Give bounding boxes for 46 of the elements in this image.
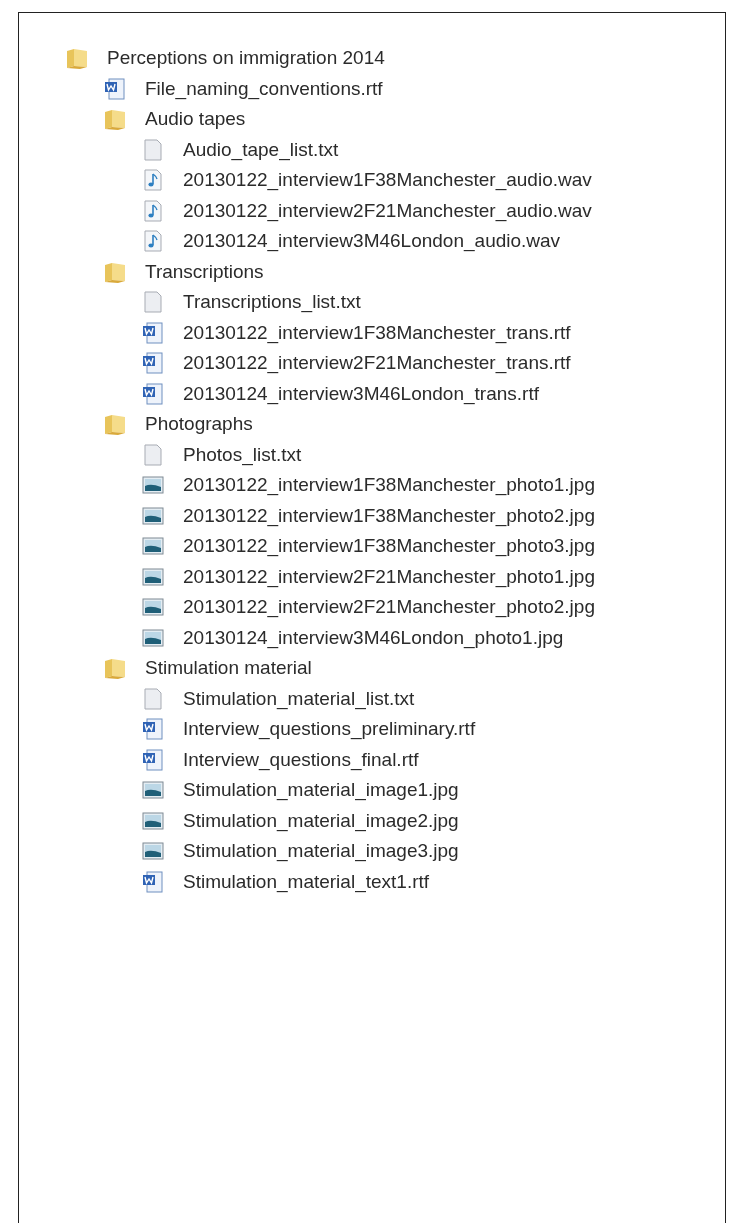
word-document-icon [141, 320, 165, 345]
file-name[interactable]: 20130122_interview2F21Manchester_audio.wav [183, 199, 592, 222]
file-name[interactable]: 20130122_interview1F38Manchester_photo2.jpg [183, 504, 595, 527]
file-name[interactable]: Stimulation material [145, 657, 312, 680]
word-document-icon [141, 869, 165, 894]
file-name[interactable]: 20130122_interview2F21Manchester_photo1.jpg [183, 565, 595, 588]
text-file-icon [141, 686, 165, 711]
text-file-icon [141, 290, 165, 315]
audio-file-icon [141, 229, 165, 254]
file-name[interactable]: Perceptions on immigration 2014 [107, 47, 385, 70]
file-name[interactable]: File_naming_conventions.rtf [145, 77, 383, 100]
file-name[interactable]: 20130122_interview2F21Manchester_photo2.jpg [183, 596, 595, 619]
file-name[interactable]: Stimulation_material_image2.jpg [183, 809, 459, 832]
file-name[interactable]: Photos_list.txt [183, 443, 302, 466]
audio-file-icon [141, 198, 165, 223]
file-name[interactable]: Stimulation_material_list.txt [183, 687, 415, 710]
file-name[interactable]: 20130124_interview3M46London_audio.wav [183, 230, 561, 253]
file-name[interactable]: 20130122_interview1F38Manchester_photo3.jpg [183, 535, 595, 558]
folder-icon [103, 656, 127, 681]
folder-icon [103, 412, 127, 437]
word-document-icon [141, 381, 165, 406]
word-document-icon [141, 747, 165, 772]
text-file-icon [141, 442, 165, 467]
word-document-icon [141, 351, 165, 376]
folder-icon [65, 46, 89, 71]
file-name[interactable]: 20130122_interview1F38Manchester_photo1.jpg [183, 474, 595, 497]
word-document-icon [141, 717, 165, 742]
file-name[interactable]: Audio_tape_list.txt [183, 138, 339, 161]
file-name[interactable]: Photographs [145, 413, 253, 436]
word-document-icon [103, 76, 127, 101]
file-name[interactable]: 20130122_interview1F38Manchester_audio.wav [183, 169, 592, 192]
folder-icon [103, 107, 127, 132]
text-file-icon [141, 137, 165, 162]
audio-file-icon [141, 168, 165, 193]
file-name[interactable]: Interview_questions_final.rtf [183, 748, 419, 771]
file-name[interactable]: Stimulation_material_image3.jpg [183, 840, 459, 863]
file-name[interactable]: Audio tapes [145, 108, 246, 131]
file-name[interactable]: 20130122_interview2F21Manchester_trans.rtf [183, 352, 571, 375]
file-name[interactable]: 20130122_interview1F38Manchester_trans.rtf [183, 321, 571, 344]
file-name[interactable]: Transcriptions [145, 260, 264, 283]
file-name[interactable]: Transcriptions_list.txt [183, 291, 361, 314]
file-name[interactable]: Stimulation_material_image1.jpg [183, 779, 459, 802]
file-name[interactable]: Stimulation_material_text1.rtf [183, 870, 430, 893]
file-name[interactable]: 20130124_interview3M46London_trans.rtf [183, 382, 539, 405]
file-name[interactable]: 20130124_interview3M46London_photo1.jpg [183, 626, 564, 649]
file-name[interactable]: Interview_questions_preliminary.rtf [183, 718, 476, 741]
